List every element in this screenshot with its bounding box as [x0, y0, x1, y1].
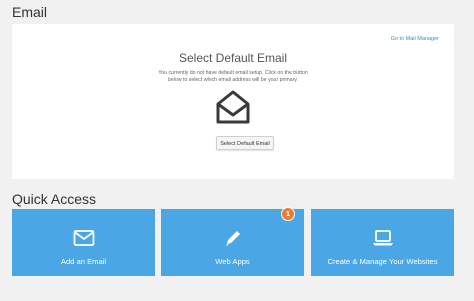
tile-label: Create & Manage Your Websites	[327, 257, 438, 266]
open-envelope-icon	[216, 90, 250, 124]
pencil-icon	[225, 231, 240, 246]
quick-access-title: Quick Access	[12, 191, 97, 207]
select-default-email-button[interactable]: Select Default Email	[216, 136, 274, 150]
panel-description: You currently do not have default email …	[158, 70, 308, 83]
notification-badge: 1	[281, 207, 295, 221]
tile-label: Web Apps	[215, 257, 250, 266]
tile-add-an-email[interactable]: Add an Email	[12, 209, 155, 276]
panel-heading: Select Default Email	[178, 51, 288, 65]
email-section-title: Email	[12, 4, 48, 20]
mail-manager-link[interactable]: Go to Mail Manager	[391, 36, 439, 42]
email-panel: Go to Mail Manager Select Default Email …	[12, 24, 454, 179]
tile-label: Add an Email	[60, 257, 107, 266]
envelope-icon	[73, 230, 94, 246]
tile-create-manage-websites[interactable]: Create & Manage Your Websites	[311, 209, 454, 276]
laptop-icon	[372, 230, 393, 246]
